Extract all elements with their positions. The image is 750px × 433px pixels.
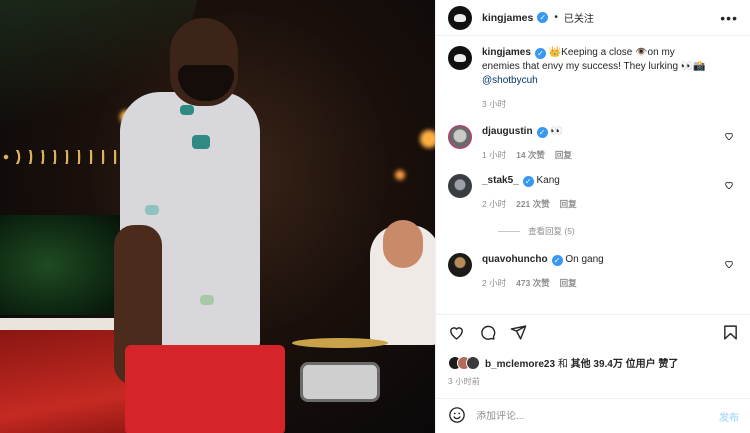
view-replies-label[interactable]: 查看回复 (5)	[528, 225, 575, 237]
caption-mention[interactable]: @shotbycuh	[482, 75, 538, 86]
verified-icon: ✓	[534, 48, 546, 59]
comment-likes[interactable]: 221 次赞	[516, 197, 550, 211]
bokeh-light	[420, 130, 435, 148]
comment-likes[interactable]: 473 次赞	[516, 276, 550, 290]
heart-icon[interactable]	[724, 259, 734, 272]
hedge	[0, 215, 120, 315]
share-icon[interactable]	[510, 324, 527, 344]
avatar[interactable]	[448, 46, 472, 70]
more-icon[interactable]: •••	[720, 10, 738, 26]
avatar[interactable]	[448, 5, 472, 30]
reply-button[interactable]: 回复	[560, 197, 577, 211]
post-timestamp[interactable]: 3 小时前	[448, 376, 739, 387]
liker-username[interactable]: b_mclemore23	[485, 359, 555, 370]
shirt-print	[145, 205, 159, 215]
shirt-print	[180, 105, 194, 115]
string-lights	[0, 150, 130, 164]
comment-text: On gang	[565, 254, 604, 265]
instagram-post-view: kingjames ✓ • 已关注 ••• kingjames ✓ 👑Keepin…	[0, 0, 750, 433]
likes-count[interactable]: 其他 39.4万 位用户 赞了	[571, 359, 679, 370]
comment-item: quavohuncho ✓ On gang 2 小时 473 次赞 回复	[448, 253, 738, 290]
verified-icon: ✓	[522, 176, 534, 187]
comment-time[interactable]: 2 小时	[482, 197, 506, 211]
shirt-print	[200, 295, 214, 305]
drummer-head	[383, 220, 423, 268]
heart-icon[interactable]	[448, 324, 465, 344]
post-photo[interactable]	[0, 0, 435, 433]
comment-icon[interactable]	[479, 324, 496, 344]
likes-summary: b_mclemore23 和 其他 39.4万 位用户 赞了	[448, 355, 739, 370]
comment-time[interactable]: 1 小时	[482, 148, 506, 162]
post-sidebar: kingjames ✓ • 已关注 ••• kingjames ✓ 👑Keepin…	[435, 0, 750, 433]
separator-dot: •	[554, 12, 558, 23]
action-icons	[448, 323, 739, 345]
likes-and: 和	[555, 359, 571, 370]
comment-username[interactable]: djaugustin	[482, 126, 533, 137]
comment-text: 👀	[550, 126, 563, 137]
avatar[interactable]	[448, 125, 472, 149]
reply-button[interactable]: 回复	[560, 276, 577, 290]
caption-username[interactable]: kingjames	[482, 47, 531, 58]
bokeh-light	[395, 170, 405, 180]
comment-username[interactable]: _stak5_	[482, 175, 519, 186]
replies-divider	[498, 230, 520, 232]
caption-time[interactable]: 3 小时	[482, 97, 506, 111]
cymbal	[292, 338, 388, 348]
comment-input[interactable]	[476, 410, 719, 422]
verified-icon: ✓	[536, 127, 548, 138]
liker-avatar	[466, 355, 480, 370]
header-username[interactable]: kingjames	[482, 12, 533, 24]
add-comment-bar: 发布	[436, 398, 750, 433]
comment-username[interactable]: quavohuncho	[482, 254, 548, 265]
snare-drum	[300, 362, 380, 402]
comment-text: Kang	[536, 175, 560, 186]
post-actions: b_mclemore23 和 其他 39.4万 位用户 赞了 3 小时前	[436, 314, 750, 387]
avatar[interactable]	[448, 174, 472, 198]
reply-button[interactable]: 回复	[555, 148, 572, 162]
heart-icon[interactable]	[724, 131, 734, 144]
avatar[interactable]	[448, 253, 472, 277]
emoji-icon[interactable]	[448, 406, 466, 427]
verified-icon: ✓	[537, 12, 549, 23]
comment-time[interactable]: 2 小时	[482, 276, 506, 290]
comment-item: djaugustin ✓ 👀 1 小时 14 次赞 回复	[448, 125, 738, 162]
view-replies-button[interactable]: 查看回复 (5)	[498, 225, 738, 237]
heart-icon[interactable]	[724, 180, 734, 193]
comment-likes[interactable]: 14 次赞	[516, 148, 545, 162]
comments-list[interactable]: kingjames ✓ 👑Keeping a close 👁️on my enem…	[436, 36, 750, 304]
shirt-print	[192, 135, 210, 149]
comment-item: _stak5_ ✓ Kang 2 小时 221 次赞 回复	[448, 174, 738, 211]
post-header: kingjames ✓ • 已关注 •••	[436, 0, 750, 36]
publish-button[interactable]: 发布	[719, 409, 739, 424]
caption: kingjames ✓ 👑Keeping a close 👁️on my enem…	[448, 46, 738, 111]
follow-button[interactable]: 已关注	[564, 10, 594, 25]
verified-icon: ✓	[551, 255, 563, 266]
subject-pants	[125, 345, 285, 433]
bookmark-icon[interactable]	[722, 324, 739, 344]
